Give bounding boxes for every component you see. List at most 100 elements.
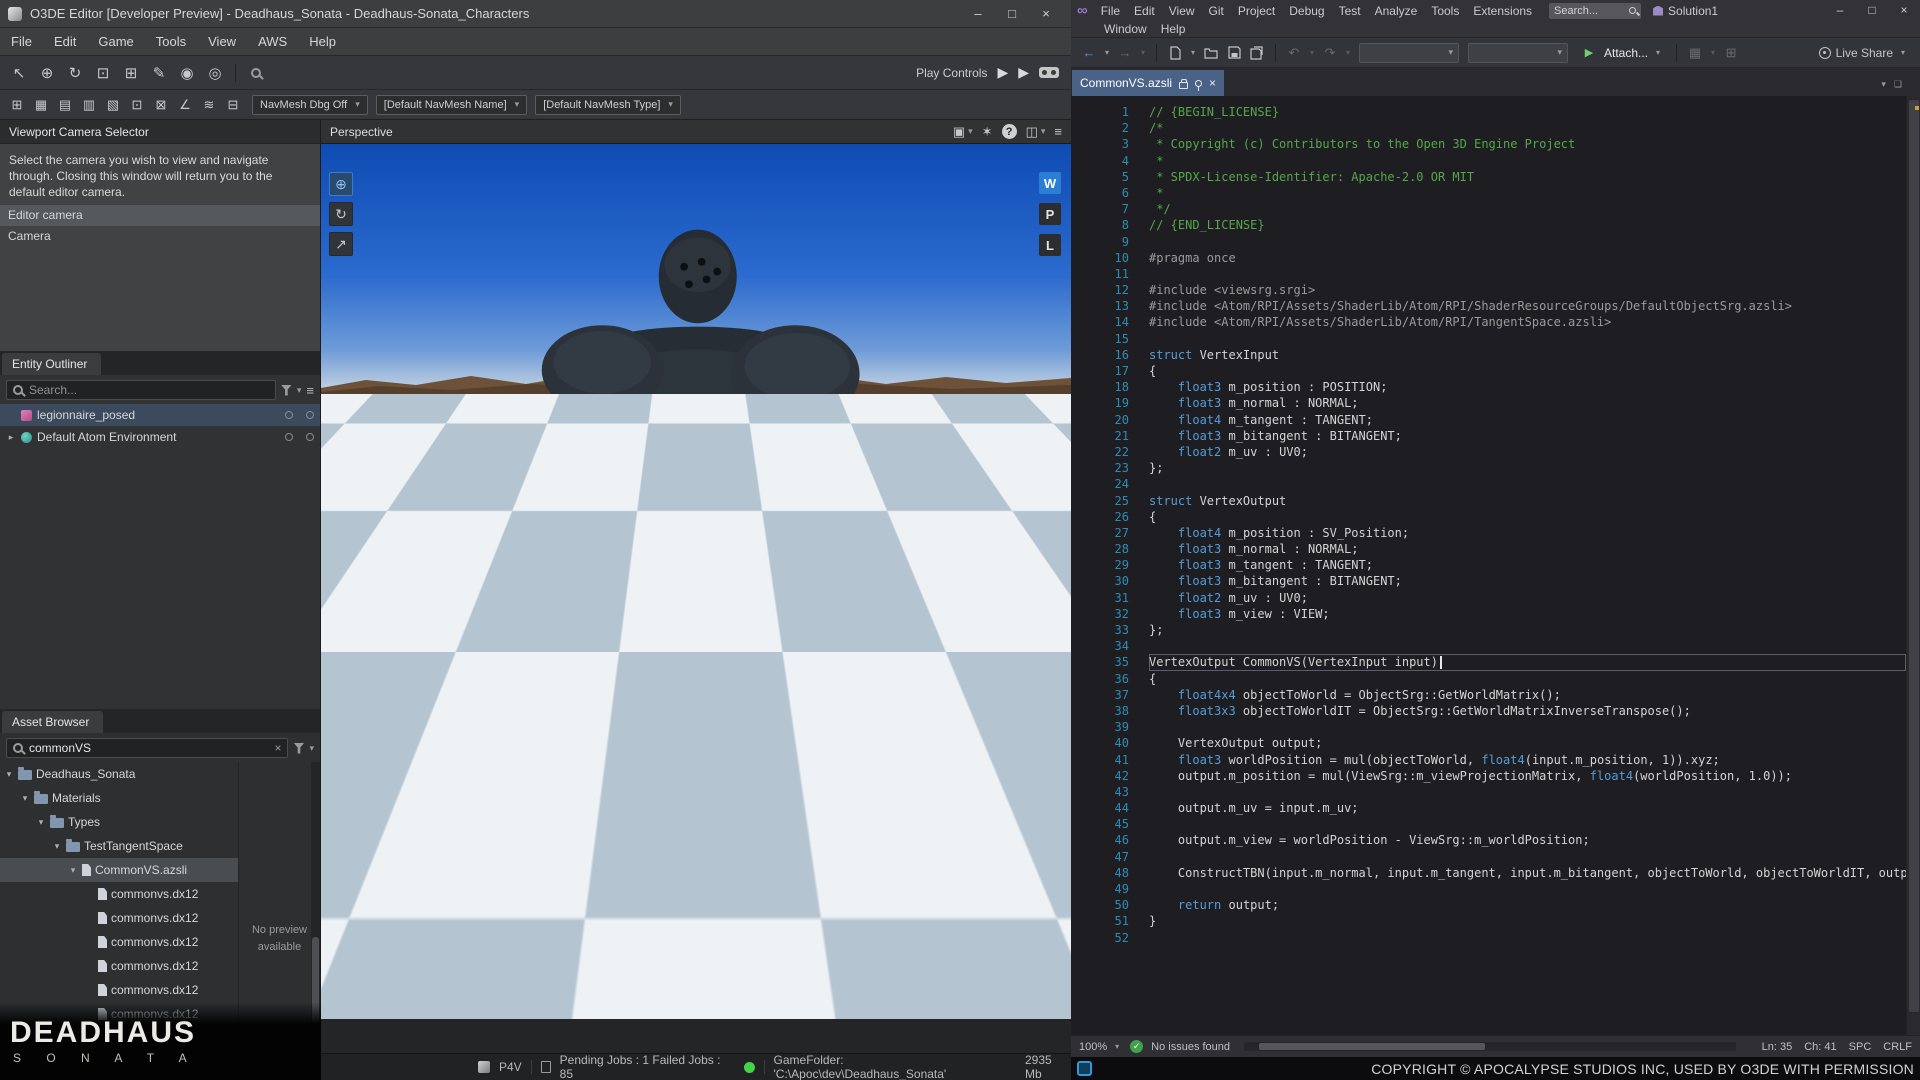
code-line-33[interactable]: 33}; bbox=[1071, 622, 1920, 638]
visibility-toggle[interactable] bbox=[285, 433, 293, 441]
o3de-titlebar[interactable]: O3DE Editor [Developer Preview] - Deadha… bbox=[0, 0, 1071, 28]
navigate-back-icon[interactable]: ← bbox=[1079, 42, 1099, 64]
mesh-view-icon[interactable]: ▦ bbox=[30, 95, 52, 115]
save-icon[interactable] bbox=[1224, 42, 1244, 64]
camera-item-editor-camera[interactable]: Editor camera bbox=[0, 204, 320, 226]
tab-entity-outliner[interactable]: Entity Outliner bbox=[2, 353, 102, 375]
column-view-icon[interactable]: ▥ bbox=[78, 95, 100, 115]
code-line-1[interactable]: 1// {BEGIN_LICENSE} bbox=[1071, 104, 1920, 120]
rotate-gizmo-button[interactable]: ↻ bbox=[329, 202, 353, 226]
o3de-menu-view[interactable]: View bbox=[197, 34, 247, 49]
asset-tree-item-deadhaus-sonata[interactable]: ▾ Deadhaus_Sonata bbox=[0, 762, 238, 786]
code-line-17[interactable]: 17{ bbox=[1071, 363, 1920, 379]
code-line-4[interactable]: 4 * bbox=[1071, 153, 1920, 169]
issues-label[interactable]: No issues found bbox=[1151, 1041, 1230, 1053]
angle-snap-icon[interactable]: ∠ bbox=[174, 95, 196, 115]
code-line-11[interactable]: 11 bbox=[1071, 266, 1920, 282]
code-line-9[interactable]: 9 bbox=[1071, 234, 1920, 250]
code-line-39[interactable]: 39 bbox=[1071, 719, 1920, 735]
camera-tool-icon[interactable]: ◉ bbox=[174, 61, 200, 85]
vs-menu-git[interactable]: Git bbox=[1202, 4, 1231, 18]
jobs-status[interactable]: Pending Jobs : 1 Failed Jobs : 85 bbox=[560, 1053, 735, 1080]
world-tool-icon[interactable]: ◎ bbox=[202, 61, 228, 85]
move-tool-icon[interactable]: ⊕ bbox=[34, 61, 60, 85]
asset-tree-item-commonvs-dx12[interactable]: commonvs.dx12 bbox=[0, 906, 238, 930]
code-line-35[interactable]: 35 VertexOutput CommonVS(VertexInput inpu… bbox=[1071, 654, 1920, 670]
pin-icon[interactable] bbox=[1195, 79, 1203, 91]
vs-menu-edit[interactable]: Edit bbox=[1127, 4, 1162, 18]
editor-vertical-scrollbar[interactable] bbox=[1906, 96, 1920, 1035]
scale-tool-icon[interactable]: ⊡ bbox=[90, 61, 116, 85]
filter-icon[interactable] bbox=[293, 742, 305, 754]
expander-icon[interactable]: ▾ bbox=[52, 841, 62, 852]
redo-icon[interactable]: ↷ bbox=[1320, 42, 1340, 64]
diagonal-view-icon[interactable]: ▧ bbox=[102, 95, 124, 115]
save-all-icon[interactable] bbox=[1247, 42, 1267, 64]
code-line-50[interactable]: 50 return output; bbox=[1071, 897, 1920, 913]
code-line-48[interactable]: 48 ConstructTBN(input.m_normal, input.m_… bbox=[1071, 865, 1920, 881]
code-line-43[interactable]: 43 bbox=[1071, 784, 1920, 800]
o3de-menu-aws[interactable]: AWS bbox=[247, 34, 298, 49]
vs-menu-analyze[interactable]: Analyze bbox=[1368, 4, 1425, 18]
rotate-tool-icon[interactable]: ↻ bbox=[62, 61, 88, 85]
snap-tool-icon[interactable]: ⊞ bbox=[118, 61, 144, 85]
filter-icon[interactable] bbox=[280, 384, 292, 396]
feedback-icon[interactable] bbox=[1077, 1061, 1092, 1076]
vr-mode-icon[interactable] bbox=[1039, 67, 1059, 78]
code-line-37[interactable]: 37 float4x4 objectToWorld = ObjectSrg::G… bbox=[1071, 687, 1920, 703]
code-line-12[interactable]: 12 #include <viewsrg.srgi> bbox=[1071, 282, 1920, 298]
code-line-22[interactable]: 22 float2 m_uv : UV0; bbox=[1071, 444, 1920, 460]
code-line-31[interactable]: 31 float2 m_uv : UV0; bbox=[1071, 590, 1920, 606]
code-line-46[interactable]: 46 output.m_view = worldPosition - ViewS… bbox=[1071, 832, 1920, 848]
code-line-45[interactable]: 45 bbox=[1071, 816, 1920, 832]
find-in-files-icon[interactable]: ⊞ bbox=[1721, 42, 1741, 64]
code-line-25[interactable]: 25 struct VertexOutput bbox=[1071, 493, 1920, 509]
new-file-icon[interactable] bbox=[1165, 42, 1185, 64]
lock-toggle[interactable] bbox=[306, 433, 314, 441]
code-line-6[interactable]: 6 * bbox=[1071, 185, 1920, 201]
o3de-menu-game[interactable]: Game bbox=[87, 34, 144, 49]
menu-icon[interactable]: ≡ bbox=[306, 383, 314, 398]
vs-menu-project[interactable]: Project bbox=[1231, 4, 1282, 18]
navmesh-type-dropdown[interactable]: [Default NavMesh Type] ▾ bbox=[535, 94, 681, 115]
vs-menu-tools[interactable]: Tools bbox=[1424, 4, 1466, 18]
code-line-40[interactable]: 40 VertexOutput output; bbox=[1071, 735, 1920, 751]
platform-dropdown[interactable]: ▾ bbox=[1468, 42, 1568, 63]
vs-menu-extensions[interactable]: Extensions bbox=[1466, 4, 1539, 18]
asset-tree-item-commonvs-dx12[interactable]: commonvs.dx12 bbox=[0, 954, 238, 978]
vs-menu-debug[interactable]: Debug bbox=[1282, 4, 1331, 18]
vs-menu-file[interactable]: File bbox=[1094, 4, 1127, 18]
code-line-15[interactable]: 15 bbox=[1071, 331, 1920, 347]
code-line-20[interactable]: 20 float4 m_tangent : TANGENT; bbox=[1071, 412, 1920, 428]
code-line-42[interactable]: 42 output.m_position = mul(ViewSrg::m_vi… bbox=[1071, 768, 1920, 784]
visibility-toggle[interactable] bbox=[285, 411, 293, 419]
code-line-21[interactable]: 21 float3 m_bitangent : BITANGENT; bbox=[1071, 428, 1920, 444]
knight-character[interactable] bbox=[376, 216, 1000, 996]
paint-tool-icon[interactable]: ✎ bbox=[146, 61, 172, 85]
viewport-badge-p[interactable]: P bbox=[1039, 203, 1061, 225]
navmesh-name-dropdown[interactable]: [Default NavMesh Name] ▾ bbox=[375, 94, 528, 115]
o3de-menu-help[interactable]: Help bbox=[298, 34, 347, 49]
code-line-23[interactable]: 23}; bbox=[1071, 460, 1920, 476]
code-editor[interactable]: 1// {BEGIN_LICENSE} 2/* 3 * Copyright (c) … bbox=[1071, 96, 1920, 1035]
configuration-dropdown[interactable]: ▾ bbox=[1359, 42, 1459, 63]
code-line-47[interactable]: 47 bbox=[1071, 849, 1920, 865]
viewport-menu-icon[interactable]: ≡ bbox=[1054, 124, 1062, 139]
code-line-51[interactable]: 51} bbox=[1071, 913, 1920, 929]
select-tool-icon[interactable]: ↖ bbox=[6, 61, 32, 85]
tab-list-icon[interactable]: ▾ bbox=[1881, 79, 1886, 90]
vs-menu-help[interactable]: Help bbox=[1154, 22, 1193, 36]
close-tab-icon[interactable]: × bbox=[1209, 76, 1216, 90]
minimize-button[interactable]: – bbox=[1824, 0, 1856, 20]
code-line-36[interactable]: 36{ bbox=[1071, 671, 1920, 687]
scrollbar-thumb[interactable] bbox=[1258, 1043, 1485, 1050]
caret-down-icon[interactable]: ▾ bbox=[1188, 48, 1198, 57]
asset-tree-item-commonvs-azsli[interactable]: ▾ CommonVS.azsli bbox=[0, 858, 238, 882]
code-line-52[interactable]: 52 bbox=[1071, 930, 1920, 946]
clear-search-icon[interactable]: × bbox=[274, 741, 281, 755]
minus-grid-icon[interactable]: ⊟ bbox=[222, 95, 244, 115]
render-settings-icon[interactable]: ✶ bbox=[982, 124, 993, 140]
code-line-26[interactable]: 26{ bbox=[1071, 509, 1920, 525]
tab-asset-browser[interactable]: Asset Browser bbox=[2, 711, 104, 733]
caret-down-icon[interactable]: ▾ bbox=[309, 743, 314, 754]
